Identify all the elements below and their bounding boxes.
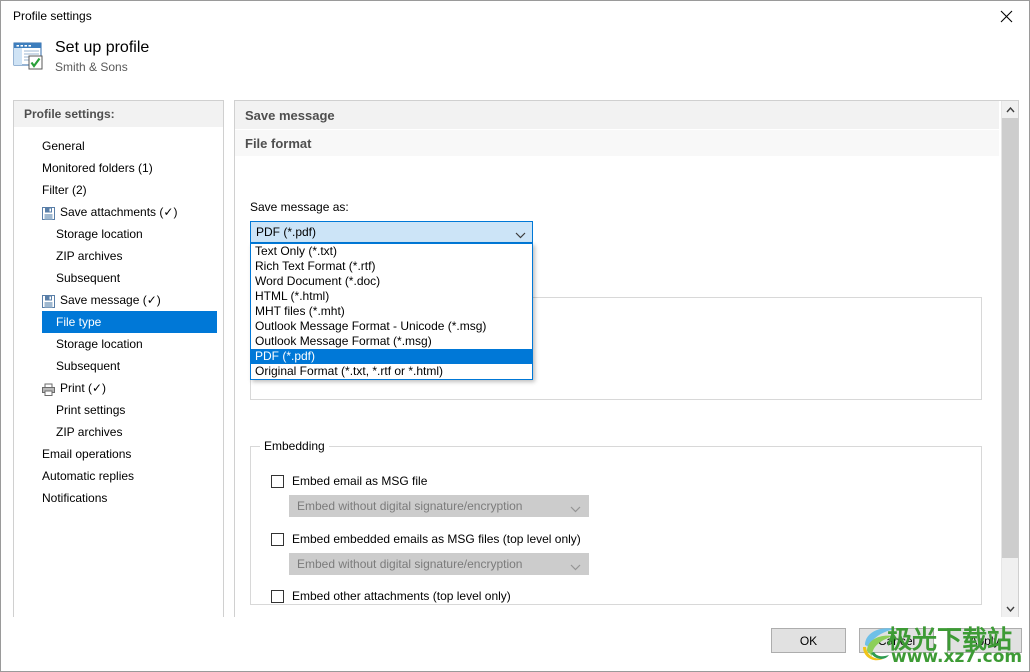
content-section-title: Save message bbox=[235, 101, 999, 129]
embed-other-attachments-label: Embed other attachments (top level only) bbox=[292, 589, 511, 603]
sidebar-item-automatic-replies[interactable]: Automatic replies bbox=[14, 465, 223, 487]
content-subtitle-label: File format bbox=[245, 136, 311, 151]
embed-embedded-signature-value: Embed without digital signature/encrypti… bbox=[297, 557, 522, 571]
sidebar-item-email-operations[interactable]: Email operations bbox=[14, 443, 223, 465]
sidebar-item-subsequent[interactable]: Subsequent bbox=[14, 267, 223, 289]
sidebar-item-label: Print (✓) bbox=[42, 381, 106, 395]
file-format-combobox[interactable]: PDF (*.pdf) bbox=[250, 221, 533, 243]
sidebar-item-save-attachments[interactable]: Save attachments (✓) bbox=[14, 201, 223, 223]
file-format-form: Save message as: PDF (*.pdf) Text Only (… bbox=[235, 157, 999, 617]
content-panel: Save message File format Save message as… bbox=[234, 100, 1019, 618]
dropdown-option[interactable]: PDF (*.pdf) bbox=[251, 349, 532, 364]
checkbox-box bbox=[271, 590, 284, 603]
title-bar: Profile settings bbox=[1, 1, 1029, 31]
sidebar-item-label: Subsequent bbox=[56, 359, 120, 373]
content-section-subtitle: File format bbox=[235, 130, 999, 156]
content-vertical-scrollbar[interactable] bbox=[1001, 101, 1018, 617]
embed-email-as-msg-checkbox[interactable]: Embed email as MSG file bbox=[271, 474, 427, 488]
embed-embedded-emails-checkbox[interactable]: Embed embedded emails as MSG files (top … bbox=[271, 532, 581, 546]
chevron-down-icon bbox=[570, 560, 581, 574]
cancel-button[interactable]: Cancel bbox=[859, 628, 934, 653]
embed-email-signature-value: Embed without digital signature/encrypti… bbox=[297, 499, 522, 513]
dropdown-option[interactable]: Rich Text Format (*.rtf) bbox=[251, 259, 532, 274]
dropdown-option[interactable]: Outlook Message Format (*.msg) bbox=[251, 334, 532, 349]
sidebar-item-zip-archives[interactable]: ZIP archives bbox=[14, 245, 223, 267]
sidebar-item-print-settings[interactable]: Print settings bbox=[14, 399, 223, 421]
sidebar-item-label: Storage location bbox=[56, 337, 143, 351]
chevron-down-icon[interactable] bbox=[1002, 600, 1019, 617]
sidebar-item-zip-archives[interactable]: ZIP archives bbox=[14, 421, 223, 443]
dialog-footer: OK Cancel Apply bbox=[1, 617, 1029, 671]
embed-embedded-emails-label: Embed embedded emails as MSG files (top … bbox=[292, 532, 581, 546]
sidebar-item-label: Monitored folders (1) bbox=[42, 161, 153, 175]
sidebar-item-label: Save message (✓) bbox=[42, 293, 161, 307]
scrollbar-thumb[interactable] bbox=[1002, 118, 1019, 558]
window-title: Profile settings bbox=[13, 9, 92, 23]
page-subtitle: Smith & Sons bbox=[55, 60, 128, 74]
sidebar-item-save-message[interactable]: Save message (✓) bbox=[14, 289, 223, 311]
embed-email-as-msg-label: Embed email as MSG file bbox=[292, 474, 427, 488]
embedding-fieldset: Embedding Embed email as MSG file Embed … bbox=[250, 446, 982, 605]
dropdown-option[interactable]: Text Only (*.txt) bbox=[251, 244, 532, 259]
embed-other-attachments-checkbox[interactable]: Embed other attachments (top level only) bbox=[271, 589, 511, 603]
settings-tree: General Monitored folders (1) Filter (2) Sa… bbox=[14, 135, 223, 509]
checkbox-box bbox=[271, 533, 284, 546]
file-format-dropdown-list[interactable]: Text Only (*.txt)Rich Text Format (*.rtf… bbox=[250, 243, 533, 380]
dropdown-option[interactable]: Word Document (*.doc) bbox=[251, 274, 532, 289]
sidebar-item-label: ZIP archives bbox=[56, 249, 122, 263]
dropdown-option[interactable]: Original Format (*.txt, *.rtf or *.html) bbox=[251, 364, 532, 379]
profile-setup-icon bbox=[13, 41, 45, 71]
settings-sidebar: Profile settings: General Monitored folde… bbox=[13, 100, 224, 618]
dropdown-option[interactable]: MHT files (*.mht) bbox=[251, 304, 532, 319]
close-icon[interactable] bbox=[983, 1, 1029, 31]
sidebar-item-subsequent[interactable]: Subsequent bbox=[14, 355, 223, 377]
sidebar-item-storage-location[interactable]: Storage location bbox=[14, 223, 223, 245]
save-message-as-label: Save message as: bbox=[250, 200, 349, 214]
checkbox-box bbox=[271, 475, 284, 488]
sidebar-header-label: Profile settings: bbox=[24, 107, 115, 121]
sidebar-item-label: Save attachments (✓) bbox=[42, 205, 177, 219]
sidebar-item-general[interactable]: General bbox=[14, 135, 223, 157]
close-glyph bbox=[1000, 10, 1013, 23]
dialog-header: Set up profile Smith & Sons bbox=[1, 31, 1029, 89]
dropdown-option[interactable]: HTML (*.html) bbox=[251, 289, 532, 304]
sidebar-item-label: ZIP archives bbox=[56, 425, 122, 439]
chevron-down-icon bbox=[515, 228, 526, 242]
sidebar-item-label: Filter (2) bbox=[42, 183, 87, 197]
sidebar-item-file-type[interactable]: File type bbox=[42, 311, 217, 333]
page-title: Set up profile bbox=[55, 39, 149, 57]
apply-button[interactable]: Apply bbox=[947, 628, 1022, 653]
embed-email-signature-combobox: Embed without digital signature/encrypti… bbox=[289, 495, 589, 517]
sidebar-item-label: Email operations bbox=[42, 447, 131, 461]
sidebar-item-filter-2[interactable]: Filter (2) bbox=[14, 179, 223, 201]
sidebar-item-notifications[interactable]: Notifications bbox=[14, 487, 223, 509]
sidebar-item-monitored-folders-1[interactable]: Monitored folders (1) bbox=[14, 157, 223, 179]
sidebar-item-print[interactable]: Print (✓) bbox=[14, 377, 223, 399]
sidebar-item-label: General bbox=[42, 139, 85, 153]
embedding-legend: Embedding bbox=[260, 439, 329, 453]
chevron-down-icon bbox=[570, 502, 581, 516]
sidebar-item-label: Print settings bbox=[56, 403, 125, 417]
sidebar-item-label: Notifications bbox=[42, 491, 107, 505]
content-title-label: Save message bbox=[245, 108, 335, 123]
ok-button[interactable]: OK bbox=[771, 628, 846, 653]
sidebar-item-label: Automatic replies bbox=[42, 469, 134, 483]
sidebar-item-storage-location[interactable]: Storage location bbox=[14, 333, 223, 355]
sidebar-item-label: Storage location bbox=[56, 227, 143, 241]
profile-settings-dialog: Profile settings bbox=[0, 0, 1030, 672]
file-format-value: PDF (*.pdf) bbox=[256, 225, 316, 239]
embed-embedded-signature-combobox: Embed without digital signature/encrypti… bbox=[289, 553, 589, 575]
sidebar-header: Profile settings: bbox=[14, 101, 223, 128]
dropdown-option[interactable]: Outlook Message Format - Unicode (*.msg) bbox=[251, 319, 532, 334]
chevron-up-icon[interactable] bbox=[1002, 101, 1019, 118]
sidebar-item-label: File type bbox=[56, 315, 101, 329]
sidebar-item-label: Subsequent bbox=[56, 271, 120, 285]
